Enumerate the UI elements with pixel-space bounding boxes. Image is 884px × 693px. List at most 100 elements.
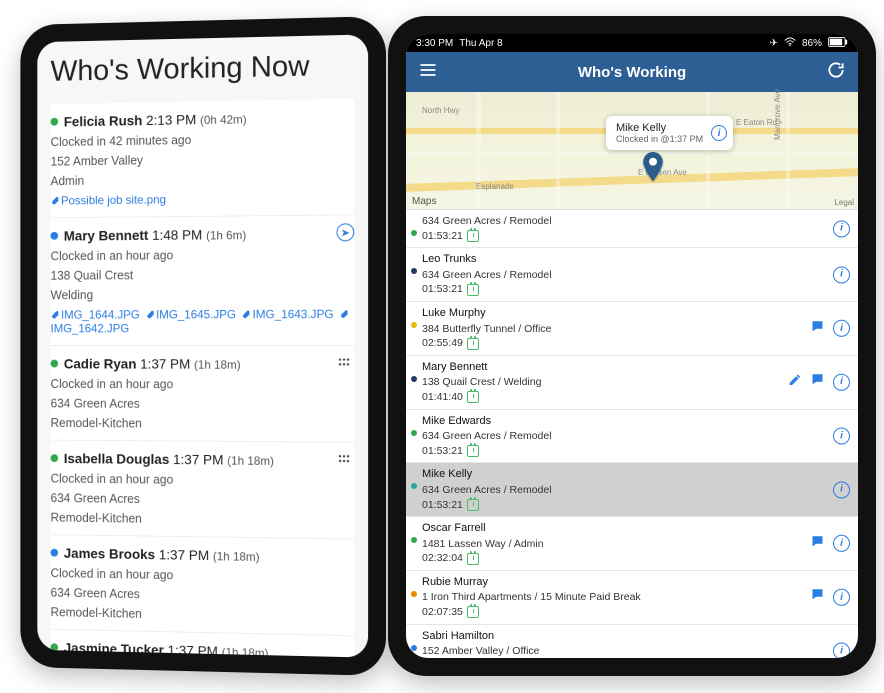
- info-icon[interactable]: i: [833, 643, 850, 658]
- chat-icon[interactable]: [810, 372, 825, 392]
- pencil-icon[interactable]: [788, 373, 802, 392]
- duration: (1h 18m): [213, 549, 260, 564]
- battery-icon: [828, 37, 848, 50]
- worker-row[interactable]: 634 Green Acres / Remodel01:53:21i: [406, 210, 858, 248]
- worker-location: 138 Quail Crest / Welding: [422, 375, 850, 390]
- worker-location: 634 Green Acres / Remodel: [422, 268, 850, 283]
- worker-row[interactable]: Mike Edwards634 Green Acres / Remodel01:…: [406, 410, 858, 464]
- clock-icon: [467, 284, 479, 296]
- worker-card[interactable]: James Brooks 1:37 PM (1h 18m)Clocked in …: [51, 534, 355, 635]
- info-icon[interactable]: i: [711, 125, 727, 141]
- map-legal[interactable]: Legal: [834, 198, 854, 207]
- clock-icon: [467, 606, 479, 618]
- location: 634 Green Acres: [51, 586, 355, 606]
- worker-card[interactable]: Cadie Ryan 1:37 PM (1h 18m)Clocked in an…: [51, 345, 355, 442]
- card-header: Cadie Ryan 1:37 PM (1h 18m): [51, 356, 355, 372]
- tablet-right: 3:30 PM Thu Apr 8 ✈ 86% Who's Working: [388, 16, 876, 676]
- worker-timer: 01:53:21: [422, 282, 850, 297]
- attachment-link[interactable]: Possible job site.png: [51, 193, 166, 208]
- chat-icon[interactable]: [810, 533, 825, 553]
- row-actions: i: [810, 587, 850, 607]
- clock-in-time: 1:48 PM: [152, 227, 206, 243]
- worker-card[interactable]: Mary Bennett 1:48 PM (1h 6m) Clocked in a…: [51, 214, 355, 345]
- info-icon[interactable]: i: [833, 535, 850, 552]
- menu-button[interactable]: [418, 60, 438, 85]
- chat-icon[interactable]: [810, 587, 825, 607]
- info-icon[interactable]: i: [833, 220, 850, 237]
- attachments: IMG_1644.JPGIMG_1645.JPGIMG_1643.JPGIMG_…: [51, 307, 355, 335]
- map-label: Esplanade: [476, 182, 514, 191]
- duration: (1h 18m): [227, 454, 274, 468]
- worker-name: Mary Bennett: [64, 227, 152, 243]
- worker-list[interactable]: 634 Green Acres / Remodel01:53:21iLeo Tr…: [406, 210, 858, 658]
- info-icon[interactable]: i: [833, 374, 850, 391]
- worker-timer: 01:53:21: [422, 229, 850, 244]
- attachment-link[interactable]: IMG_1644.JPG: [51, 308, 140, 322]
- clock-icon: [467, 230, 479, 242]
- worker-name: Oscar Farrell: [422, 521, 850, 536]
- duration: (1h 18m): [194, 358, 241, 372]
- row-actions: i: [833, 481, 850, 498]
- duration: (0h 42m): [200, 112, 247, 127]
- location: 634 Green Acres: [51, 397, 355, 412]
- status-dot-icon: [51, 360, 59, 368]
- worker-name: Jasmine Tucker: [64, 640, 168, 658]
- map-callout[interactable]: Mike Kelly Clocked in @1:37 PM i: [606, 116, 733, 150]
- refresh-button[interactable]: [826, 60, 846, 85]
- status-dot-icon: [411, 376, 417, 382]
- clocked-in-ago: Clocked in an hour ago: [51, 472, 355, 489]
- map[interactable]: North Hwy E Eaton Rd E Lassen Ave Esplan…: [406, 92, 858, 210]
- status-dot-icon: [51, 454, 59, 462]
- screen-right: 3:30 PM Thu Apr 8 ✈ 86% Who's Working: [406, 34, 858, 658]
- status-dot-icon: [51, 644, 59, 652]
- callout-name: Mike Kelly: [616, 122, 703, 134]
- status-dot-icon: [411, 591, 417, 597]
- worker-row[interactable]: Sabri Hamilton152 Amber Valley / Office0…: [406, 625, 858, 658]
- worker-timer: 02:55:49: [422, 336, 850, 351]
- airplane-icon: ✈: [770, 38, 778, 49]
- worker-row[interactable]: Rubie Murray1 Iron Third Apartments / 15…: [406, 571, 858, 625]
- attachment-link[interactable]: IMG_1645.JPG: [145, 307, 235, 321]
- worker-row[interactable]: Mike Kelly634 Green Acres / Remodel01:53…: [406, 463, 858, 517]
- app-bar: Who's Working: [406, 52, 858, 92]
- clock-in-time: 1:37 PM: [140, 356, 194, 372]
- worker-card[interactable]: Felicia Rush 2:13 PM (0h 42m)Clocked in …: [51, 99, 355, 218]
- duration: (1h 6m): [206, 228, 246, 242]
- worker-location: 1 Iron Third Apartments / 15 Minute Paid…: [422, 590, 850, 605]
- card-header: Felicia Rush 2:13 PM (0h 42m): [51, 109, 355, 130]
- worker-name: Mike Kelly: [422, 467, 850, 482]
- group-icon[interactable]: [336, 354, 352, 375]
- info-icon[interactable]: i: [833, 428, 850, 445]
- worker-row[interactable]: Luke Murphy384 Butterfly Tunnel / Office…: [406, 302, 858, 356]
- map-attribution: Maps: [410, 196, 436, 207]
- status-time: 3:30 PM: [416, 38, 453, 49]
- status-dot-icon: [51, 549, 59, 557]
- info-icon[interactable]: i: [833, 589, 850, 606]
- locate-icon[interactable]: ➤: [336, 223, 354, 241]
- page-title: Who's Working Now: [51, 49, 355, 89]
- info-icon[interactable]: i: [833, 320, 850, 337]
- worker-location: 152 Amber Valley / Office: [422, 644, 850, 658]
- worker-row[interactable]: Oscar Farrell1481 Lassen Way / Admin02:3…: [406, 517, 858, 571]
- worker-timer: 02:32:04: [422, 551, 850, 566]
- location: 152 Amber Valley: [51, 150, 355, 168]
- worker-location: 634 Green Acres / Remodel: [422, 429, 850, 444]
- info-icon[interactable]: i: [833, 266, 850, 283]
- map-pin-icon[interactable]: [642, 152, 664, 187]
- clocked-in-ago: Clocked in an hour ago: [51, 247, 355, 263]
- worker-name: Mary Bennett: [422, 360, 850, 375]
- group-icon[interactable]: [336, 451, 352, 472]
- worker-name: Leo Trunks: [422, 252, 850, 267]
- status-dot-icon: [411, 322, 417, 328]
- status-dot-icon: [411, 537, 417, 543]
- info-icon[interactable]: i: [833, 481, 850, 498]
- status-date: Thu Apr 8: [459, 38, 502, 49]
- status-dot-icon: [411, 268, 417, 274]
- chat-icon[interactable]: [810, 318, 825, 338]
- worker-name: Felicia Rush: [64, 112, 146, 129]
- worker-row[interactable]: Mary Bennett138 Quail Crest / Welding01:…: [406, 356, 858, 410]
- worker-card[interactable]: Isabella Douglas 1:37 PM (1h 18m)Clocked…: [51, 440, 355, 539]
- worker-row[interactable]: Leo Trunks634 Green Acres / Remodel01:53…: [406, 248, 858, 302]
- attachment-link[interactable]: IMG_1643.JPG: [242, 307, 334, 321]
- card-header: Jasmine Tucker 1:37 PM (1h 18m): [51, 639, 355, 657]
